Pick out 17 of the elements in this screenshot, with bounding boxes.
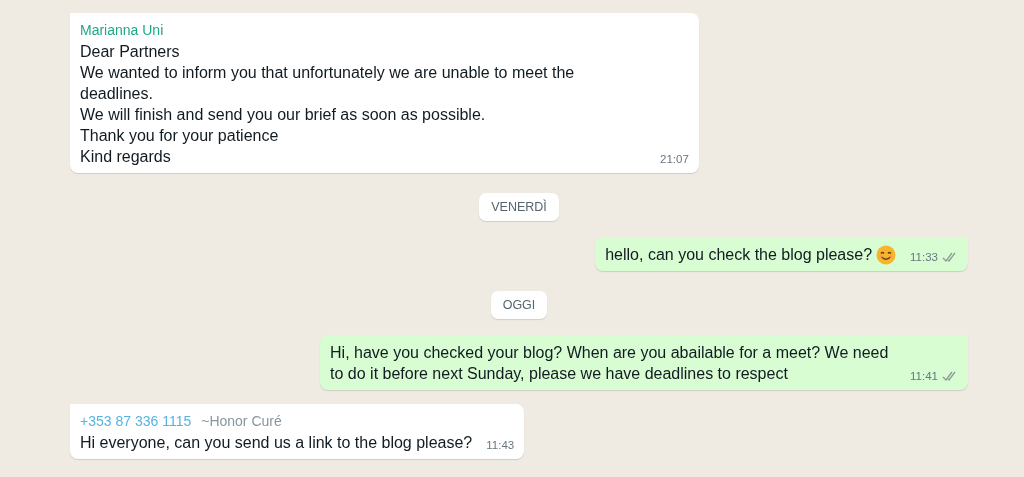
- sender-nickname: ~Honor Curé: [201, 412, 282, 431]
- message-text: Kind regards: [80, 147, 171, 167]
- message-text: We will finish and send you our brief as soon as possible.: [80, 105, 486, 125]
- message-time: 11:41: [910, 369, 938, 384]
- message-time: 11:43: [486, 438, 515, 453]
- message-text: Hi, have you checked your blog? When are you abailable for a meet? We need to do it before next Sunday, please we have deadlines to respect: [330, 343, 890, 384]
- sender-name: +353 87 336 1115: [80, 412, 192, 431]
- date-chip: OGGI: [490, 291, 548, 319]
- message-text: Thank you for your patience: [80, 126, 279, 146]
- message-text: hello, can you check the blog please?: [605, 245, 873, 265]
- sender-name: Marianna Uni: [80, 21, 164, 40]
- message-time: 11:33: [910, 250, 938, 265]
- message-text: Dear Partners: [80, 42, 180, 62]
- message-text: Hi everyone, can you send us a link to the blog please?: [80, 433, 473, 453]
- message-time: 21:07: [660, 152, 689, 167]
- date-chip: VENERDÌ: [479, 193, 559, 221]
- message-text: We wanted to inform you that unfortunately we are unable to meet the deadlines.: [80, 63, 576, 104]
